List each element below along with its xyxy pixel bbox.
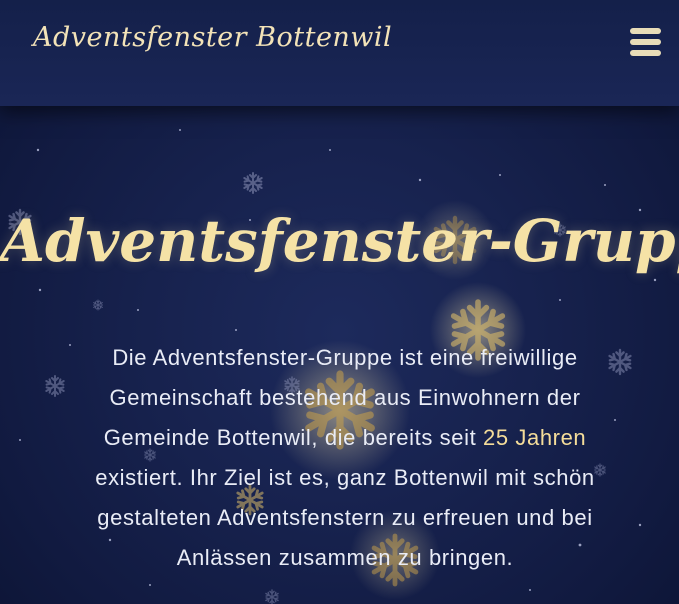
intro-paragraph: Die Adventsfenster-Gruppe ist eine freiw… [70, 338, 620, 578]
menu-bar [630, 50, 661, 56]
page: Adventsfenster Bottenwil Adventsfenster-… [0, 0, 679, 604]
intro-highlight: 25 Jahren [483, 425, 587, 450]
page-title: Adventsfenster-Gruppe [0, 207, 679, 275]
menu-bar [630, 39, 661, 45]
intro-text: existiert. Ihr Ziel ist es, ganz Bottenw… [95, 465, 595, 570]
hamburger-menu-icon[interactable] [630, 28, 661, 56]
site-logo[interactable]: Adventsfenster Bottenwil [33, 22, 392, 53]
hero-section: Adventsfenster-Gruppe Die Adventsfenster… [0, 106, 679, 604]
site-header: Adventsfenster Bottenwil [0, 0, 679, 106]
menu-bar [630, 28, 661, 34]
